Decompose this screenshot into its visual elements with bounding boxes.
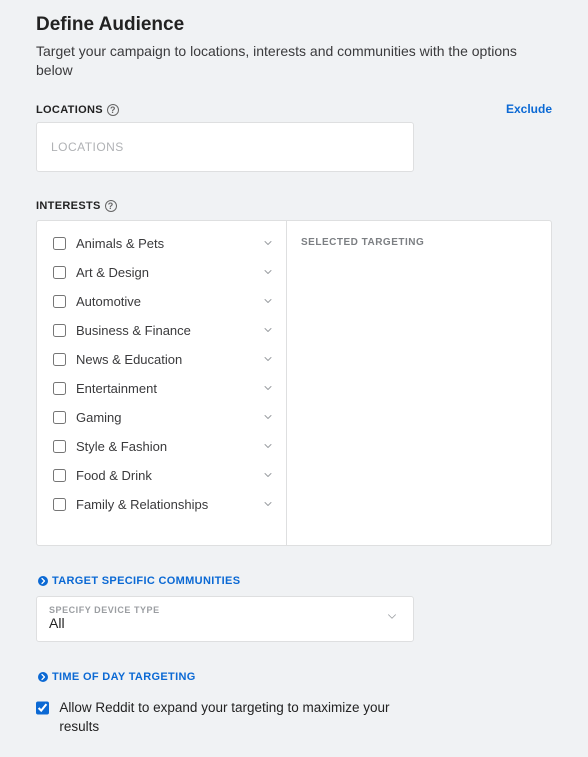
- device-type-select[interactable]: SPECIFY DEVICE TYPE All: [36, 596, 414, 642]
- chevron-down-icon: [262, 324, 274, 336]
- interest-row[interactable]: Art & Design: [37, 258, 286, 287]
- time-of-day-toggle[interactable]: TIME OF DAY TARGETING: [36, 670, 552, 684]
- chevron-down-icon: [262, 237, 274, 249]
- interest-row[interactable]: Entertainment: [37, 374, 286, 403]
- page-title: Define Audience: [36, 14, 552, 36]
- interest-label: Gaming: [76, 410, 252, 425]
- interest-label: Food & Drink: [76, 468, 252, 483]
- expand-targeting-checkbox[interactable]: [36, 701, 49, 715]
- interest-row[interactable]: Automotive: [37, 287, 286, 316]
- interests-label-text: INTERESTS: [36, 200, 101, 212]
- device-type-field-label: SPECIFY DEVICE TYPE: [49, 605, 401, 615]
- expand-targeting-label: Allow Reddit to expand your targeting to…: [59, 698, 416, 737]
- interest-checkbox[interactable]: [53, 324, 66, 337]
- locations-label: LOCATIONS ?: [36, 104, 119, 116]
- chevron-down-icon: [262, 411, 274, 423]
- interest-label: Business & Finance: [76, 323, 252, 338]
- interest-checkbox[interactable]: [53, 411, 66, 424]
- target-communities-label: TARGET SPECIFIC COMMUNITIES: [52, 575, 240, 587]
- chevron-down-icon: [262, 440, 274, 452]
- locations-input[interactable]: [36, 122, 414, 172]
- interest-row[interactable]: News & Education: [37, 345, 286, 374]
- interests-label: INTERESTS ?: [36, 200, 552, 212]
- chevron-right-icon: [36, 670, 50, 684]
- expand-targeting-row[interactable]: Allow Reddit to expand your targeting to…: [36, 698, 416, 737]
- chevron-down-icon: [262, 469, 274, 481]
- interest-label: Style & Fashion: [76, 439, 252, 454]
- interest-row[interactable]: Business & Finance: [37, 316, 286, 345]
- interest-checkbox[interactable]: [53, 295, 66, 308]
- interest-checkbox[interactable]: [53, 382, 66, 395]
- interest-row[interactable]: Style & Fashion: [37, 432, 286, 461]
- interest-label: Automotive: [76, 294, 252, 309]
- interest-label: News & Education: [76, 352, 252, 367]
- interest-label: Art & Design: [76, 265, 252, 280]
- target-communities-toggle[interactable]: TARGET SPECIFIC COMMUNITIES: [36, 574, 552, 588]
- interest-checkbox[interactable]: [53, 237, 66, 250]
- interest-checkbox[interactable]: [53, 469, 66, 482]
- chevron-down-icon: [262, 498, 274, 510]
- interest-label: Animals & Pets: [76, 236, 252, 251]
- interest-label: Entertainment: [76, 381, 252, 396]
- interest-checkbox[interactable]: [53, 266, 66, 279]
- chevron-down-icon: [262, 295, 274, 307]
- device-type-value: All: [49, 615, 401, 631]
- help-icon[interactable]: ?: [105, 200, 117, 212]
- chevron-right-icon: [36, 574, 50, 588]
- interest-checkbox[interactable]: [53, 498, 66, 511]
- selected-targeting-label: SELECTED TARGETING: [301, 237, 537, 248]
- interest-row[interactable]: Food & Drink: [37, 461, 286, 490]
- chevron-down-icon: [262, 382, 274, 394]
- interests-list[interactable]: Animals & Pets Art & Design Automotive Busi…: [37, 221, 287, 545]
- interest-row[interactable]: Family & Relationships: [37, 490, 286, 519]
- interest-row[interactable]: Animals & Pets: [37, 229, 286, 258]
- exclude-link[interactable]: Exclude: [506, 102, 552, 116]
- page-subtitle: Target your campaign to locations, inter…: [36, 42, 552, 80]
- locations-label-text: LOCATIONS: [36, 104, 103, 116]
- selected-targeting-pane: SELECTED TARGETING: [287, 221, 551, 545]
- interests-panel: Animals & Pets Art & Design Automotive Busi…: [36, 220, 552, 546]
- chevron-down-icon: [385, 609, 399, 628]
- chevron-down-icon: [262, 266, 274, 278]
- interest-row[interactable]: Gaming: [37, 403, 286, 432]
- help-icon[interactable]: ?: [107, 104, 119, 116]
- time-of-day-label: TIME OF DAY TARGETING: [52, 671, 196, 683]
- interest-label: Family & Relationships: [76, 497, 252, 512]
- interest-checkbox[interactable]: [53, 353, 66, 366]
- interest-checkbox[interactable]: [53, 440, 66, 453]
- chevron-down-icon: [262, 353, 274, 365]
